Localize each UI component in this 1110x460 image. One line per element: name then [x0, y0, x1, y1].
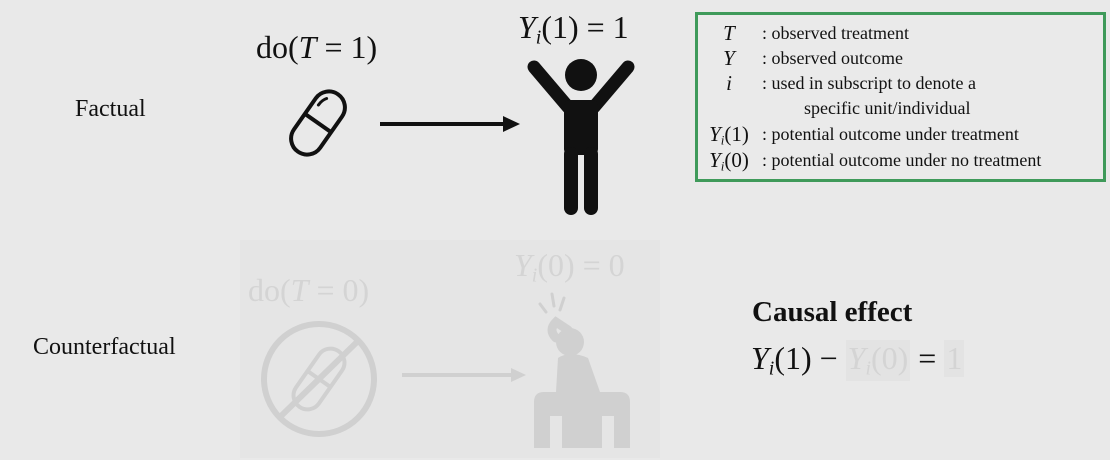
- person-arms-raised-icon: [527, 59, 635, 215]
- legend-box: T : observed treatment Y : observed outc…: [695, 12, 1106, 182]
- legend-desc: : potential outcome under treatment: [762, 124, 1019, 144]
- legend-desc: : observed treatment: [762, 23, 909, 43]
- do-prefix: do(: [256, 29, 299, 65]
- legend-symbol: Yi(1): [709, 122, 749, 148]
- sick-person-icon: [534, 292, 630, 448]
- counterfactual-label: Counterfactual: [33, 334, 176, 360]
- do-rest: = 1): [316, 29, 378, 65]
- counterfactual-do-expression: do(T = 0): [248, 272, 370, 308]
- factual-do-expression: do(T = 1): [256, 29, 377, 66]
- legend-desc: : potential outcome under no treatment: [762, 150, 1042, 170]
- counterfactual-arrow-icon: [402, 368, 526, 382]
- factual-outcome-expression: Yi(1) = 1: [518, 9, 629, 50]
- legend-symbol: Y: [723, 46, 735, 70]
- pill-icon: [289, 89, 347, 157]
- factual-arrow-icon: [380, 116, 520, 132]
- effect-value: 1: [944, 340, 965, 377]
- do-var: T: [298, 29, 317, 65]
- causal-effect-title: Causal effect: [752, 296, 913, 328]
- legend-symbol: i: [726, 71, 732, 95]
- counterfactual-outcome-expression: Yi(0) = 0: [514, 247, 625, 287]
- factual-label: Factual: [75, 96, 146, 122]
- legend-symbol: Yi(0): [709, 148, 749, 174]
- legend-symbol: T: [723, 21, 735, 45]
- legend-desc: : observed outcome: [762, 48, 903, 68]
- outcome-var: Y: [518, 9, 536, 45]
- counterfactual-term: Yi(0): [845, 340, 911, 381]
- legend-desc: specific unit/individual: [804, 98, 971, 118]
- legend-desc: : used in subscript to denote a: [762, 73, 976, 93]
- outcome-rest: (1) = 1: [541, 9, 629, 45]
- causal-effect-expression: Yi(1) − Yi(0) = 1: [751, 340, 965, 381]
- no-pill-icon: [261, 321, 377, 437]
